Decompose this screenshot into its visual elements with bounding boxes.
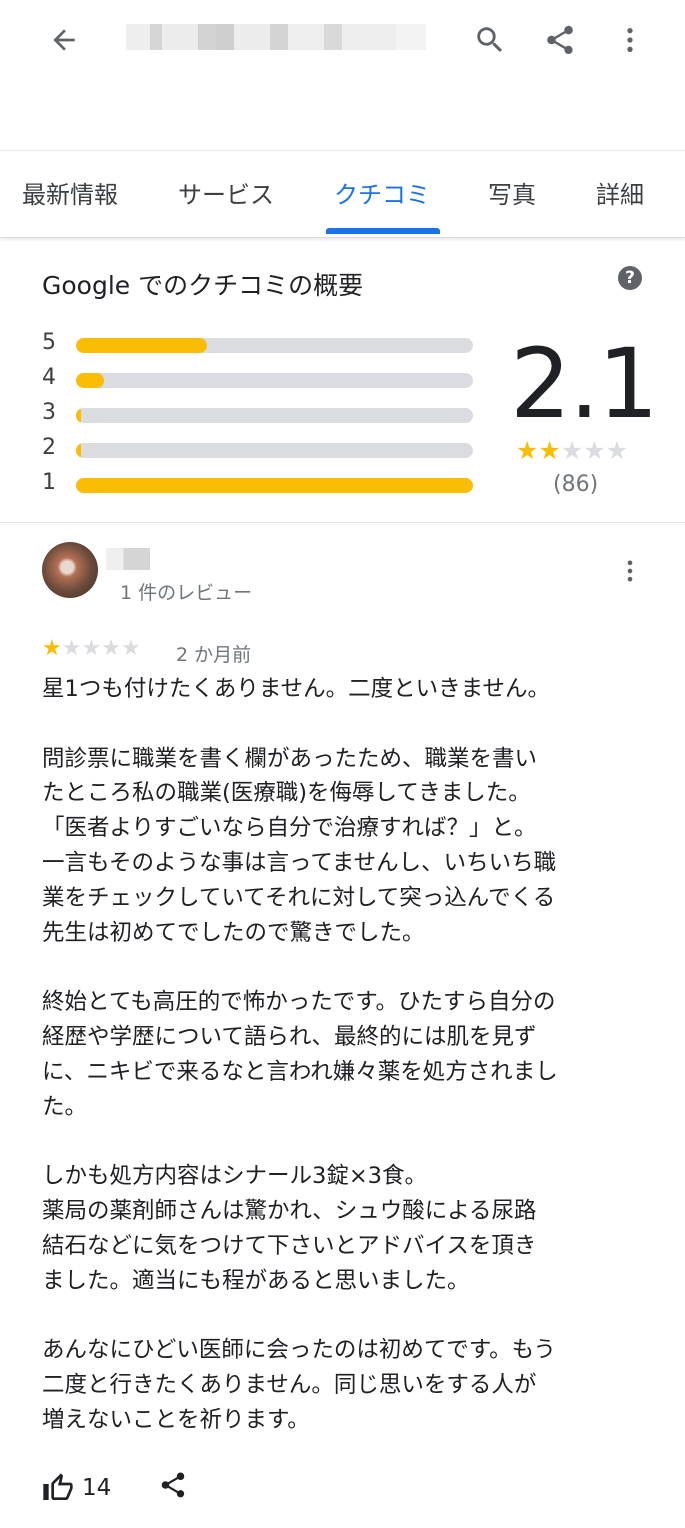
review-text-line: たところ私の職業(医療職)を侮辱してきました。 — [42, 780, 531, 807]
tab-latest[interactable]: 最新情報 — [22, 175, 118, 210]
star-filled-icon: ★ — [538, 436, 561, 465]
star-empty-icon: ★ — [101, 636, 121, 661]
reviewer-name-redacted[interactable] — [106, 548, 150, 570]
star-empty-icon: ★ — [120, 636, 141, 661]
reviewer-review-count: 1 件のレビュー — [120, 582, 253, 604]
review-text-line: 問診票に職業を書く欄があったため、職業を書い — [42, 745, 538, 772]
review-text: 星1つも付けたくありません。二度といきません。 問診票に職業を書く欄があったため、… — [42, 672, 642, 1438]
star-empty-icon: ★ — [560, 436, 584, 465]
review-text-line: た。 — [42, 1093, 88, 1120]
review-text-line: 終始とても高圧的で怖かったです。ひたすら自分の — [42, 989, 556, 1016]
average-rating-stars: ★★★★★ — [516, 436, 628, 465]
review-text-line: 薬局の薬剤師さんは驚かれ、シュウ酸による尿路 — [42, 1197, 537, 1224]
search-icon — [477, 27, 503, 53]
review-text-line: 先生は初めてでしたので驚きでした。 — [42, 919, 425, 946]
review-text-line: ました。適当にも程があると思いました。 — [42, 1267, 470, 1294]
tab-photos[interactable]: 写真 — [488, 175, 536, 210]
rating-bar-track — [76, 373, 473, 388]
like-count: 14 — [82, 1475, 112, 1501]
rating-bar-track — [76, 443, 473, 458]
rating-bar-fill — [76, 478, 473, 493]
rating-bar-fill — [76, 338, 207, 353]
rating-bar-2: 2 — [42, 435, 474, 465]
tab-reviews[interactable]: クチコミ — [334, 175, 430, 210]
review-text-line: しかも処方内容はシナール3錠×3食。 — [42, 1163, 427, 1190]
overview-title: Google でのクチコミの概要 — [42, 271, 364, 300]
review-text-line: 一言もそのような事は言ってませんし、いちいち職 — [42, 849, 557, 876]
star-empty-icon: ★ — [605, 436, 629, 465]
rating-bar-label: 4 — [42, 365, 56, 390]
review-text-line: 経歴や学歴について語られ、最終的には肌を見ず — [42, 1023, 537, 1050]
review-more-button[interactable] — [616, 556, 644, 586]
star-empty-icon: ★ — [61, 636, 82, 661]
active-tab-indicator — [326, 228, 440, 234]
rating-bar-4: 4 — [42, 365, 474, 395]
review-text-line: に、ニキビで来るなと言われ嫌々薬を処方されまし — [42, 1058, 558, 1085]
review-share-button[interactable] — [158, 1470, 188, 1504]
more-vert-icon — [627, 28, 633, 52]
back-button[interactable] — [44, 22, 84, 58]
share-icon — [161, 1472, 185, 1498]
star-filled-icon: ★ — [42, 636, 62, 661]
rating-bar-track — [76, 478, 473, 493]
top-app-bar — [0, 0, 685, 150]
rating-bar-3: 3 — [42, 400, 474, 430]
tab-services[interactable]: サービス — [178, 175, 274, 210]
tab-details[interactable]: 詳細 — [596, 175, 644, 210]
rating-bar-label: 3 — [42, 400, 56, 425]
rating-bar-1: 1 — [42, 470, 474, 500]
like-button[interactable]: 14 — [42, 1472, 111, 1504]
average-rating: 2.1 — [510, 328, 659, 440]
more-options-button[interactable] — [610, 22, 650, 58]
rating-bar-track — [76, 338, 473, 353]
thumb-up-icon — [43, 1473, 73, 1500]
rating-bar-track — [76, 408, 473, 423]
review-text-line: 二度と行きたくありません。同じ思いをする人が — [42, 1371, 537, 1398]
review-text-line: 増えないことを祈ります。 — [42, 1406, 310, 1433]
star-empty-icon: ★ — [583, 436, 606, 465]
review-date: 2 か月前 — [176, 644, 252, 666]
review-text-line: 結石などに気をつけて下さいとアドバイスを頂き — [42, 1232, 537, 1259]
rating-bar-fill — [76, 408, 81, 423]
rating-bar-label: 5 — [42, 330, 56, 355]
rating-bar-fill — [76, 373, 104, 388]
reviewer-avatar[interactable] — [42, 542, 98, 598]
rating-bar-5: 5 — [42, 330, 474, 360]
rating-bar-label: 2 — [42, 435, 56, 460]
review-rating-stars: ★★★★★ — [42, 636, 141, 661]
review-text-line: 業をチェックしていてそれに対して突っ込んでくる — [42, 884, 556, 911]
star-empty-icon: ★ — [81, 636, 102, 661]
arrow-back-icon — [53, 29, 75, 51]
review-text-line: 「医者よりすごいなら自分で治療すれば？」と。 — [42, 815, 537, 842]
share-icon — [547, 25, 573, 55]
rating-bar-fill — [76, 443, 81, 458]
tab-bar: 最新情報 サービス クチコミ 写真 詳細 — [0, 150, 685, 238]
total-review-count: (86) — [553, 472, 599, 497]
section-divider — [0, 522, 685, 523]
rating-bar-label: 1 — [42, 470, 56, 495]
share-button[interactable] — [540, 22, 580, 58]
more-vert-icon — [627, 560, 633, 582]
review-text-line: あんなにひどい医師に会ったのは初めてです。もう — [42, 1337, 556, 1364]
place-title-redacted — [126, 24, 426, 50]
review-text-line: 星1つも付けたくありません。二度といきません。 — [42, 676, 550, 702]
help-icon[interactable]: ? — [618, 266, 642, 290]
search-button[interactable] — [470, 22, 510, 58]
star-filled-icon: ★ — [516, 436, 539, 465]
